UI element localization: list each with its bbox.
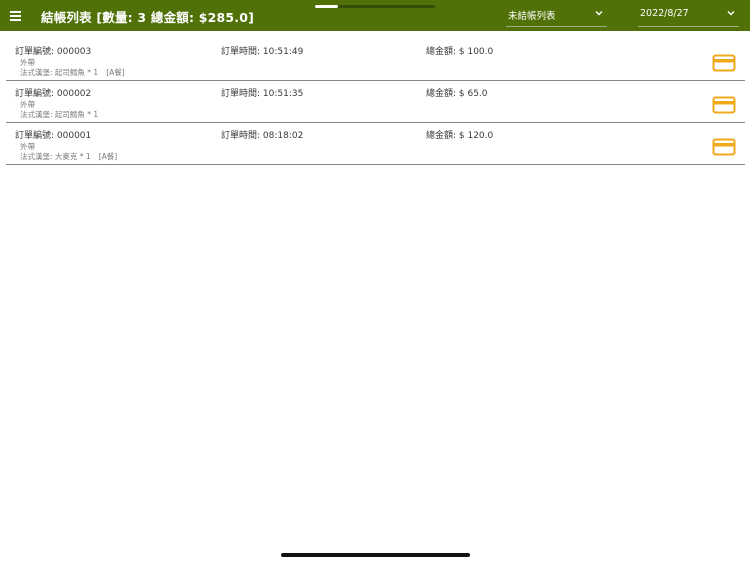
status-filter-dropdown[interactable]: 未結帳列表 <box>506 3 607 27</box>
order-total: 總金額: $ 100.0 <box>426 47 494 57</box>
order-row[interactable]: 訂單編號: 000002 訂單時間: 10:51:35 總金額: $ 65.0 … <box>6 82 745 123</box>
status-filter-value: 未結帳列表 <box>508 11 556 22</box>
checkout-list-screen: 結帳列表 [數量: 3 總金額: $285.0] 未結帳列表 2022/8/27… <box>0 0 750 562</box>
multitasking-indicator-fill <box>315 5 338 8</box>
order-list: 訂單編號: 000003 訂單時間: 10:51:49 總金額: $ 100.0… <box>6 40 745 166</box>
credit-card-icon[interactable] <box>712 54 736 72</box>
page-title: 結帳列表 [數量: 3 總金額: $285.0] <box>41 10 255 25</box>
order-number: 訂單編號: 000002 <box>15 89 92 99</box>
order-items: 法式漢堡: 大麥克 * 1 [A餐] <box>20 151 117 162</box>
order-item-text: 法式漢堡: 起司鱈魚 * 1 <box>20 110 99 119</box>
order-time: 訂單時間: 10:51:35 <box>221 89 304 99</box>
order-row[interactable]: 訂單編號: 000003 訂單時間: 10:51:49 總金額: $ 100.0… <box>6 40 745 81</box>
chevron-down-icon <box>595 11 603 16</box>
credit-card-icon[interactable] <box>712 96 736 114</box>
order-total: 總金額: $ 65.0 <box>426 89 488 99</box>
order-number: 訂單編號: 000001 <box>15 131 92 141</box>
order-time: 訂單時間: 10:51:49 <box>221 47 304 57</box>
order-items: 法式漢堡: 起司鱈魚 * 1 <box>20 109 106 120</box>
app-bar: 結帳列表 [數量: 3 總金額: $285.0] 未結帳列表 2022/8/27 <box>0 0 750 31</box>
chevron-down-icon <box>727 11 735 16</box>
order-item-tag: [A餐] <box>106 68 125 77</box>
order-row[interactable]: 訂單編號: 000001 訂單時間: 08:18:02 總金額: $ 120.0… <box>6 124 745 165</box>
order-item-tag: [A餐] <box>98 152 118 161</box>
order-item-text: 法式漢堡: 大麥克 * 1 <box>20 152 91 161</box>
credit-card-icon[interactable] <box>712 138 736 156</box>
order-time: 訂單時間: 08:18:02 <box>221 131 304 141</box>
date-filter-value: 2022/8/27 <box>640 8 689 19</box>
order-item-text: 法式漢堡: 起司鱈魚 * 1 <box>20 68 99 77</box>
multitasking-indicator[interactable] <box>315 5 435 8</box>
order-total: 總金額: $ 120.0 <box>426 131 494 141</box>
order-number: 訂單編號: 000003 <box>15 47 92 57</box>
menu-icon[interactable] <box>6 7 24 24</box>
home-indicator[interactable] <box>281 553 470 557</box>
order-items: 法式漢堡: 起司鱈魚 * 1 [A餐] <box>20 67 125 78</box>
date-filter-dropdown[interactable]: 2022/8/27 <box>638 3 739 27</box>
